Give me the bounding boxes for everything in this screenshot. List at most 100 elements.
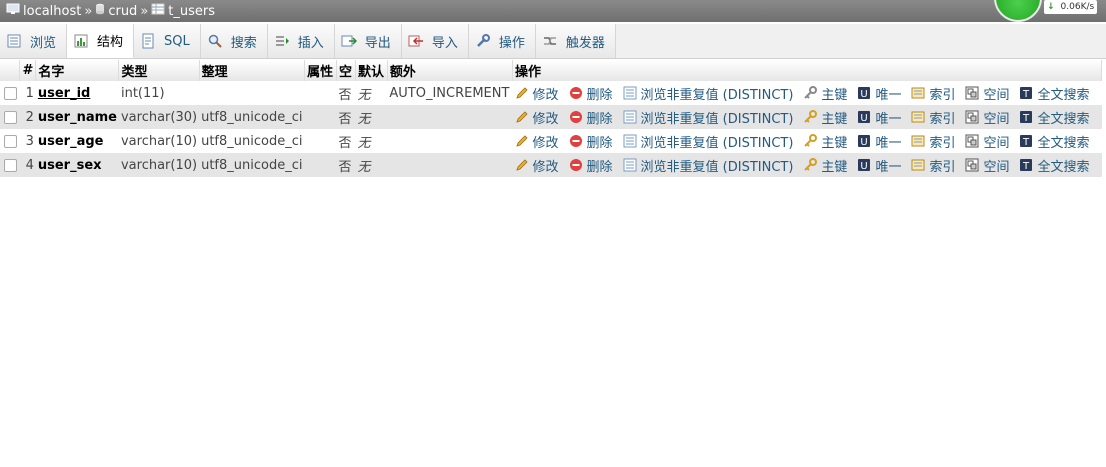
breadcrumb-separator: » [84,3,93,19]
svg-text:U: U [861,89,868,100]
index-action[interactable]: 索引 [911,84,955,103]
primary-action[interactable]: 主键 [803,108,847,127]
field-name[interactable]: user_name [38,110,117,125]
breadcrumb-table[interactable]: t_users [151,3,215,19]
network-widget: ↓ 0.06K/s [994,0,1106,22]
row-checkbox[interactable] [4,110,17,124]
network-speed: ↓ 0.06K/s [1044,0,1098,14]
distinct-action[interactable]: 浏览非重复值 (DISTINCT) [623,108,794,127]
table-row: 4 user_sex varchar(10) utf8_unicode_ci 否… [0,153,1102,177]
index-action[interactable]: 索引 [911,108,955,127]
spatial-action[interactable]: 空间 [965,84,1009,103]
tab-export[interactable]: 导出 [334,24,402,58]
row-checkbox-cell [0,81,20,105]
breadcrumb-database[interactable]: crud [95,3,137,19]
drop-action[interactable]: 删除 [569,156,613,175]
svg-text:U: U [861,137,868,148]
primary-label: 主键 [821,159,848,175]
distinct-label: 浏览非重复值 (DISTINCT) [640,87,794,103]
tab-triggers[interactable]: 触发器 [535,24,616,58]
breadcrumb-table-label: t_users [168,3,216,19]
fulltext-action[interactable]: T 全文搜索 [1019,84,1090,103]
spatial-icon [965,134,979,148]
primary-label: 主键 [821,135,848,151]
primary-action[interactable]: 主键 [803,132,847,151]
distinct-action[interactable]: 浏览非重复值 (DISTINCT) [623,156,794,175]
distinct-action[interactable]: 浏览非重复值 (DISTINCT) [623,84,794,103]
header-type[interactable]: 类型 [118,60,200,81]
tab-browse[interactable]: 浏览 [0,24,68,58]
drop-action[interactable]: 删除 [569,108,613,127]
field-collation [199,81,305,105]
trigger-icon [542,33,558,49]
tab-operations[interactable]: 操作 [468,24,536,58]
tab-search[interactable]: 搜索 [200,24,268,58]
field-collation: utf8_unicode_ci [199,153,305,177]
row-checkbox-cell [0,105,20,129]
spatial-action[interactable]: 空间 [965,108,1009,127]
spatial-label: 空间 [983,87,1010,103]
svg-text:T: T [1022,89,1030,100]
header-null[interactable]: 空 [336,60,357,81]
field-name[interactable]: user_id [38,86,90,101]
tab-label: 搜索 [230,35,257,51]
fulltext-action[interactable]: T 全文搜索 [1019,132,1090,151]
unique-action[interactable]: U 唯一 [857,108,901,127]
header-collation[interactable]: 整理 [199,60,306,81]
tab-sql[interactable]: SQL [134,24,201,58]
edit-action[interactable]: 修改 [515,132,559,151]
distinct-label: 浏览非重复值 (DISTINCT) [640,111,794,127]
field-name-cell: user_id [35,81,119,105]
unique-action[interactable]: U 唯一 [857,156,901,175]
breadcrumb-server[interactable]: localhost [0,3,81,19]
tab-label: 插入 [297,35,324,51]
header-name[interactable]: 名字 [35,60,120,81]
spatial-label: 空间 [983,135,1010,151]
header-extra[interactable]: 额外 [387,60,514,81]
distinct-label: 浏览非重复值 (DISTINCT) [640,159,794,175]
fulltext-action[interactable]: T 全文搜索 [1019,156,1090,175]
index-label: 索引 [929,111,956,127]
drop-action[interactable]: 删除 [569,84,613,103]
row-checkbox[interactable] [4,134,17,148]
edit-action[interactable]: 修改 [515,156,559,175]
primary-action[interactable]: 主键 [803,156,847,175]
index-icon [911,134,925,148]
primary-action[interactable]: 主键 [803,84,847,103]
network-status-ball[interactable] [994,0,1042,22]
row-checkbox[interactable] [4,86,17,100]
fulltext-icon: T [1019,134,1033,148]
header-default[interactable]: 默认 [355,60,388,81]
distinct-action[interactable]: 浏览非重复值 (DISTINCT) [623,132,794,151]
primary-label: 主键 [821,111,848,127]
row-checkbox[interactable] [4,158,17,172]
row-num: 1 [19,81,36,105]
tab-label: 结构 [97,35,124,50]
index-action[interactable]: 索引 [911,132,955,151]
field-name[interactable]: user_sex [38,158,102,173]
distinct-label: 浏览非重复值 (DISTINCT) [640,135,794,151]
edit-action[interactable]: 修改 [515,84,559,103]
browse-distinct-icon [623,86,637,100]
index-action[interactable]: 索引 [911,156,955,175]
field-name[interactable]: user_age [38,134,104,149]
primary-label: 主键 [821,87,848,103]
row-checkbox-cell [0,129,20,153]
fulltext-action[interactable]: T 全文搜索 [1019,108,1090,127]
unique-action[interactable]: U 唯一 [857,84,901,103]
tab-bar: 浏览 结构 SQL 搜索 插入 导出 导入 操作 触发器 [0,24,1106,59]
spatial-icon [965,110,979,124]
row-checkbox-cell [0,153,20,177]
header-attributes[interactable]: 属性 [304,60,337,81]
unique-action[interactable]: U 唯一 [857,132,901,151]
field-extra [387,129,513,153]
spatial-action[interactable]: 空间 [965,132,1009,151]
drop-action[interactable]: 删除 [569,132,613,151]
tab-import[interactable]: 导入 [401,24,469,58]
breadcrumb-database-label: crud [108,3,138,19]
edit-action[interactable]: 修改 [515,108,559,127]
field-name-cell: user_name [35,105,119,129]
tab-structure[interactable]: 结构 [67,24,135,58]
tab-insert[interactable]: 插入 [267,24,335,58]
spatial-action[interactable]: 空间 [965,156,1009,175]
